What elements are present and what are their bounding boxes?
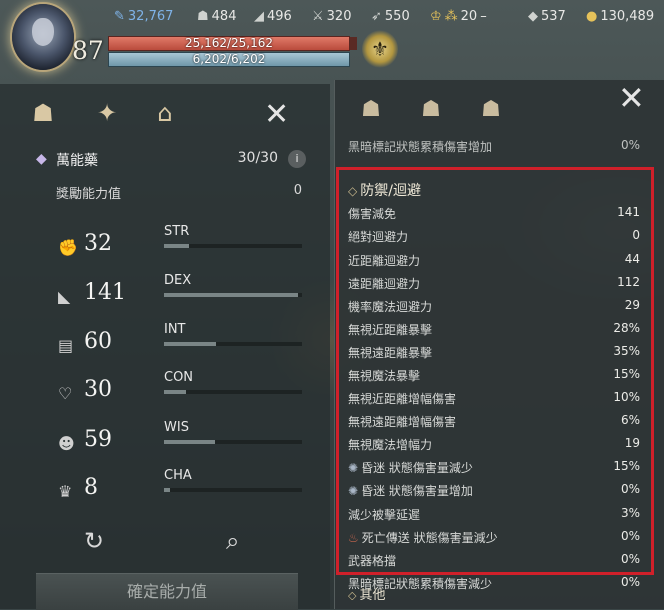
stat-bar (164, 244, 302, 248)
stat-bar-fill (164, 440, 216, 444)
stat-row-con[interactable]: ♡ 30 CON (58, 370, 308, 416)
heart-icon: ♡ (58, 384, 73, 403)
stat-bar (164, 488, 302, 492)
character-level: 87 (72, 36, 104, 65)
crossed-swords-stat: ⚔ 320 (312, 9, 352, 24)
attr-row: 黑暗標記狀態累積傷害減少 0% (348, 575, 640, 595)
stat-name: INT (164, 322, 186, 337)
info-icon[interactable]: i (288, 150, 306, 168)
diamond-stat: ◆ 537 (528, 9, 566, 24)
helmet-icon: ☗ (197, 9, 209, 24)
stat-row-dex[interactable]: ◣ 141 DEX (58, 273, 308, 319)
gold-stat: ● 130,489 (586, 9, 655, 24)
guild-emblem-icon[interactable]: ⚜ (362, 30, 398, 68)
stat-value: 8 (84, 475, 98, 500)
bow-stat: ➶ 550 (371, 9, 410, 24)
highlight-box (336, 167, 654, 575)
section-title-other[interactable]: ◇ 其他 (348, 584, 385, 600)
stat-value: 32 (84, 231, 112, 256)
dexterity-icon: ◣ (58, 287, 71, 306)
elixir-label: 萬能藥 (56, 153, 98, 169)
attr-label: 黑暗標記狀態累積傷害增加 (348, 140, 493, 154)
stat-bar (164, 390, 302, 394)
top-hud: ✎ 32,767 ☗ 484 ◢ 496 ⚔ 320 ➶ 550 ♔ ⁂ 20– ◆ 537 ●… (0, 0, 664, 40)
stat-row-wis[interactable]: ☻ 59 WIS (58, 420, 308, 466)
trophy-stat: ♔ ⁂ 20– (430, 9, 487, 24)
reward-stat-row: 獎勵能力值 0 (56, 183, 302, 202)
character-portrait[interactable] (12, 4, 74, 70)
elixir-count: 30/30 (237, 150, 278, 166)
mp-bar: 6,202/6,202 (108, 52, 350, 67)
book-icon: ▤ (58, 336, 74, 355)
stat-value: 60 (84, 329, 112, 354)
stat-row-int[interactable]: ▤ 60 INT (58, 322, 308, 368)
elixir-row: ◆ 萬能藥 30/30 i (36, 150, 306, 170)
stat-name: STR (164, 224, 190, 239)
boot-stat: ◢ 496 (254, 9, 292, 24)
tab-helmet-plus-icon[interactable]: ☗ (414, 93, 448, 127)
stat-value: 30 (84, 377, 112, 402)
stat-value: 59 (84, 427, 112, 452)
stat-name: WIS (164, 420, 189, 435)
stars-icon: ⁂ (444, 9, 458, 24)
tab-star-icon[interactable]: ✦ (90, 96, 124, 130)
potion-icon: ◆ (36, 151, 47, 167)
tab-helmet-icon[interactable]: ☗ (26, 96, 60, 130)
dash-icon: – (480, 9, 487, 24)
close-icon[interactable]: ✕ (618, 82, 645, 114)
helmet-stat: ☗ 484 (197, 9, 237, 24)
tab-house-icon[interactable]: ⌂ (148, 96, 182, 130)
diamond-icon: ◆ (528, 9, 538, 24)
stat-name: CHA (164, 468, 192, 483)
stat-bar (164, 440, 302, 444)
gold-coin-icon: ● (586, 9, 598, 24)
stat-bar-fill (164, 488, 170, 492)
reset-icon[interactable]: ↻ (84, 527, 104, 555)
trophy-icon: ♔ (430, 9, 442, 24)
attr-value: 0% (620, 138, 640, 152)
stat-name: DEX (164, 273, 192, 288)
avatar (32, 18, 54, 46)
feather-icon: ✎ (114, 9, 125, 24)
strength-icon: ✊ (58, 238, 78, 257)
stat-bar-fill (164, 342, 217, 346)
reward-label: 獎勵能力值 (56, 187, 122, 202)
stat-name: CON (164, 370, 194, 385)
stat-bar (164, 342, 302, 346)
stat-value: 141 (84, 280, 126, 305)
diamond-icon: ◇ (348, 589, 357, 600)
tab-helmet-minus-icon[interactable]: ☗ (474, 93, 508, 127)
stat-bar-fill (164, 244, 189, 248)
hp-bar: 25,162/25,162 (108, 36, 357, 51)
search-icon[interactable]: ⌕ (226, 527, 239, 555)
stat-row-str[interactable]: ✊ 32 STR (58, 224, 308, 270)
close-icon[interactable]: ✕ (264, 100, 289, 130)
stat-bar (164, 293, 302, 297)
reward-value: 0 (293, 183, 302, 198)
crossed-swords-icon: ⚔ (312, 9, 324, 24)
attr-value: 0% (620, 575, 640, 589)
stat-bar-fill (164, 390, 187, 394)
crown-icon: ♛ (58, 482, 73, 501)
tab-helmet-settings-icon[interactable]: ☗ (354, 93, 388, 127)
boot-icon: ◢ (254, 9, 264, 24)
feather-stat: ✎ 32,767 (114, 9, 174, 24)
confirm-stats-button[interactable]: 確定能力值 (36, 573, 298, 610)
stat-bar-fill (164, 293, 298, 297)
bow-icon: ➶ (371, 9, 382, 24)
stat-row-cha[interactable]: ♛ 8 CHA (58, 468, 308, 514)
head-icon: ☻ (58, 434, 75, 453)
attr-row: 黑暗標記狀態累積傷害增加 0% (348, 138, 640, 154)
